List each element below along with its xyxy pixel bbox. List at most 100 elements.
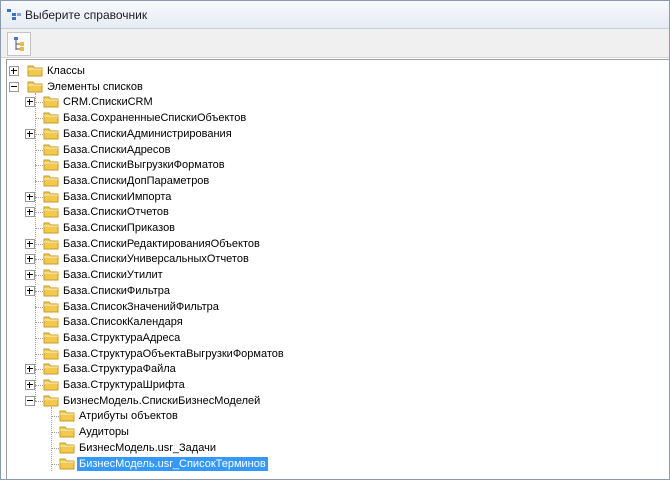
tree-node[interactable]: БизнесМодель.СпискиБизнесМоделей: [7, 393, 657, 409]
tree-connector: [35, 180, 43, 182]
tree-node[interactable]: База.СпискиПриказов: [7, 220, 657, 236]
folder-icon: [43, 300, 59, 313]
tree-node-label[interactable]: База.СпискиОтчетов: [61, 205, 171, 219]
folder-icon: [43, 221, 59, 234]
tree-node[interactable]: Аудиторы: [7, 424, 657, 440]
tree-connector: [35, 290, 43, 292]
tree-node-label[interactable]: База.СпискиФильтра: [61, 284, 172, 298]
tree-node-label[interactable]: БизнесМодель.СпискиБизнесМоделей: [61, 394, 262, 408]
tree-connector: [35, 228, 43, 229]
expand-icon[interactable]: [9, 66, 19, 76]
tree-node[interactable]: Атрибуты объектов: [7, 408, 657, 424]
tree-node[interactable]: База.СтруктураАдреса: [7, 330, 657, 346]
tree-node-label[interactable]: База.СпискиВыгрузкиФорматов: [61, 158, 227, 172]
tree-node[interactable]: БизнесМодель.usr_Задачи: [7, 440, 657, 456]
expand-icon[interactable]: [25, 380, 35, 390]
collapse-icon[interactable]: [25, 395, 35, 406]
tree-view-button[interactable]: [7, 32, 31, 56]
tree-node-classes[interactable]: Классы: [7, 63, 657, 79]
expand-icon[interactable]: [25, 207, 35, 218]
folder-icon: [43, 111, 59, 124]
folder-icon: [43, 268, 59, 281]
tree-node-list-elements[interactable]: Элементы списков: [7, 79, 657, 95]
tree-connector: [51, 406, 52, 472]
tree-node[interactable]: База.СтруктураФайла: [7, 361, 657, 377]
expand-icon[interactable]: [25, 364, 35, 375]
tree-node[interactable]: База.СписокЗначенийФильтра: [7, 299, 657, 315]
expand-icon[interactable]: [25, 238, 35, 249]
tree-node-label[interactable]: Атрибуты объектов: [77, 409, 180, 423]
expand-icon[interactable]: [25, 191, 35, 202]
tree-node[interactable]: БизнесМодель.usr_СписокТерминов: [7, 456, 657, 472]
tree-node-label[interactable]: Классы: [45, 64, 87, 78]
tree-node[interactable]: База.СтруктураОбъектаВыгрузкиФорматов: [7, 346, 657, 362]
tree-node-label[interactable]: База.СпискиАдресов: [61, 143, 173, 157]
tree-view-icon: [14, 37, 24, 51]
folder-icon: [43, 143, 59, 156]
tree-node-label[interactable]: База.СпискиАдминистрирования: [61, 127, 234, 141]
tree-node[interactable]: База.СпискиРедактированияОбъектов: [7, 236, 657, 252]
directory-tree[interactable]: Классы Элементы списков CRM.СпискиCRM База.…: [6, 59, 669, 479]
tree-node[interactable]: База.СпискиВыгрузкиФорматов: [7, 157, 657, 173]
tree-node-label[interactable]: База.СтруктураФайла: [61, 362, 178, 376]
tree-node[interactable]: База.СписокКалендаря: [7, 314, 657, 330]
folder-icon: [43, 174, 59, 187]
tree-node-label[interactable]: БизнесМодель.usr_Задачи: [77, 441, 218, 455]
tree-node[interactable]: База.СпискиОтчетов: [7, 204, 657, 220]
tree-connector: [35, 92, 36, 401]
tree-node[interactable]: База.СтруктураШрифта: [7, 377, 657, 393]
expand-icon[interactable]: [25, 270, 35, 281]
tree-node-label[interactable]: База.СпискиДопПараметров: [61, 174, 211, 188]
tree-connector: [51, 447, 59, 449]
tree-connector: [35, 337, 43, 339]
folder-icon: [43, 362, 59, 375]
folder-icon: [43, 190, 59, 203]
tree-node-label[interactable]: База.СпискиИмпорта: [61, 190, 173, 204]
folder-icon: [43, 158, 59, 171]
folder-icon: [43, 331, 59, 344]
tree-node-label[interactable]: База.СтруктураАдреса: [61, 331, 182, 345]
expand-icon[interactable]: [25, 254, 35, 265]
folder-icon: [59, 425, 75, 438]
tree-node-label[interactable]: База.СписокКалендаря: [61, 315, 185, 329]
tree-node-label[interactable]: База.СтруктураОбъектаВыгрузкиФорматов: [61, 347, 286, 361]
tree-connector: [35, 149, 43, 151]
tree-connector: [35, 102, 43, 104]
tree-connector: [35, 243, 43, 245]
tree-node-label[interactable]: База.СтруктураШрифта: [61, 378, 187, 392]
expand-icon[interactable]: [25, 285, 35, 296]
toolbar: [1, 29, 669, 58]
tree-node-label[interactable]: БизнесМодель.usr_СписокТерминов: [77, 456, 268, 471]
tree-node[interactable]: База.СпискиУтилит: [7, 267, 657, 283]
title-bar[interactable]: Выберите справочник: [1, 1, 669, 29]
tree-connector: [35, 369, 43, 371]
tree-node[interactable]: База.СпискиАдминистрирования: [7, 126, 657, 142]
tree-node-label[interactable]: База.СохраненныеСпискиОбъектов: [61, 111, 248, 125]
expand-icon[interactable]: [25, 128, 35, 139]
tree-node-label[interactable]: База.СпискиУниверсальныхОтчетов: [61, 252, 251, 266]
tree-node-label[interactable]: База.СпискиПриказов: [61, 221, 177, 235]
tree-node[interactable]: CRM.СпискиCRM: [7, 94, 657, 110]
tree-node[interactable]: База.СпискиУниверсальныхОтчетов: [7, 251, 657, 267]
folder-icon: [43, 315, 59, 328]
tree-connector: [35, 259, 43, 261]
tree-node[interactable]: База.СпискиИмпорта: [7, 189, 657, 205]
tree-node-label[interactable]: База.СпискиУтилит: [61, 268, 165, 282]
tree-connector: [51, 463, 59, 465]
folder-icon: [27, 80, 43, 93]
expand-icon[interactable]: [25, 97, 35, 108]
tree-node-label[interactable]: CRM.СпискиCRM: [61, 95, 155, 109]
folder-icon: [43, 95, 59, 108]
tree-node[interactable]: База.СпискиАдресов: [7, 142, 657, 158]
tree-node[interactable]: База.СпискиФильтра: [7, 283, 657, 299]
tree-node-label[interactable]: Элементы списков: [45, 80, 145, 94]
tree-node[interactable]: База.СпискиДопПараметров: [7, 173, 657, 189]
folder-icon: [43, 127, 59, 140]
tree-node-label[interactable]: Аудиторы: [77, 425, 131, 439]
tree-node-label[interactable]: База.СпискиРедактированияОбъектов: [61, 237, 262, 251]
tree-node-label[interactable]: База.СписокЗначенийФильтра: [61, 300, 221, 314]
tree-connector: [35, 165, 43, 167]
collapse-icon[interactable]: [9, 81, 19, 92]
folder-icon: [43, 252, 59, 265]
tree-node[interactable]: База.СохраненныеСпискиОбъектов: [7, 110, 657, 126]
